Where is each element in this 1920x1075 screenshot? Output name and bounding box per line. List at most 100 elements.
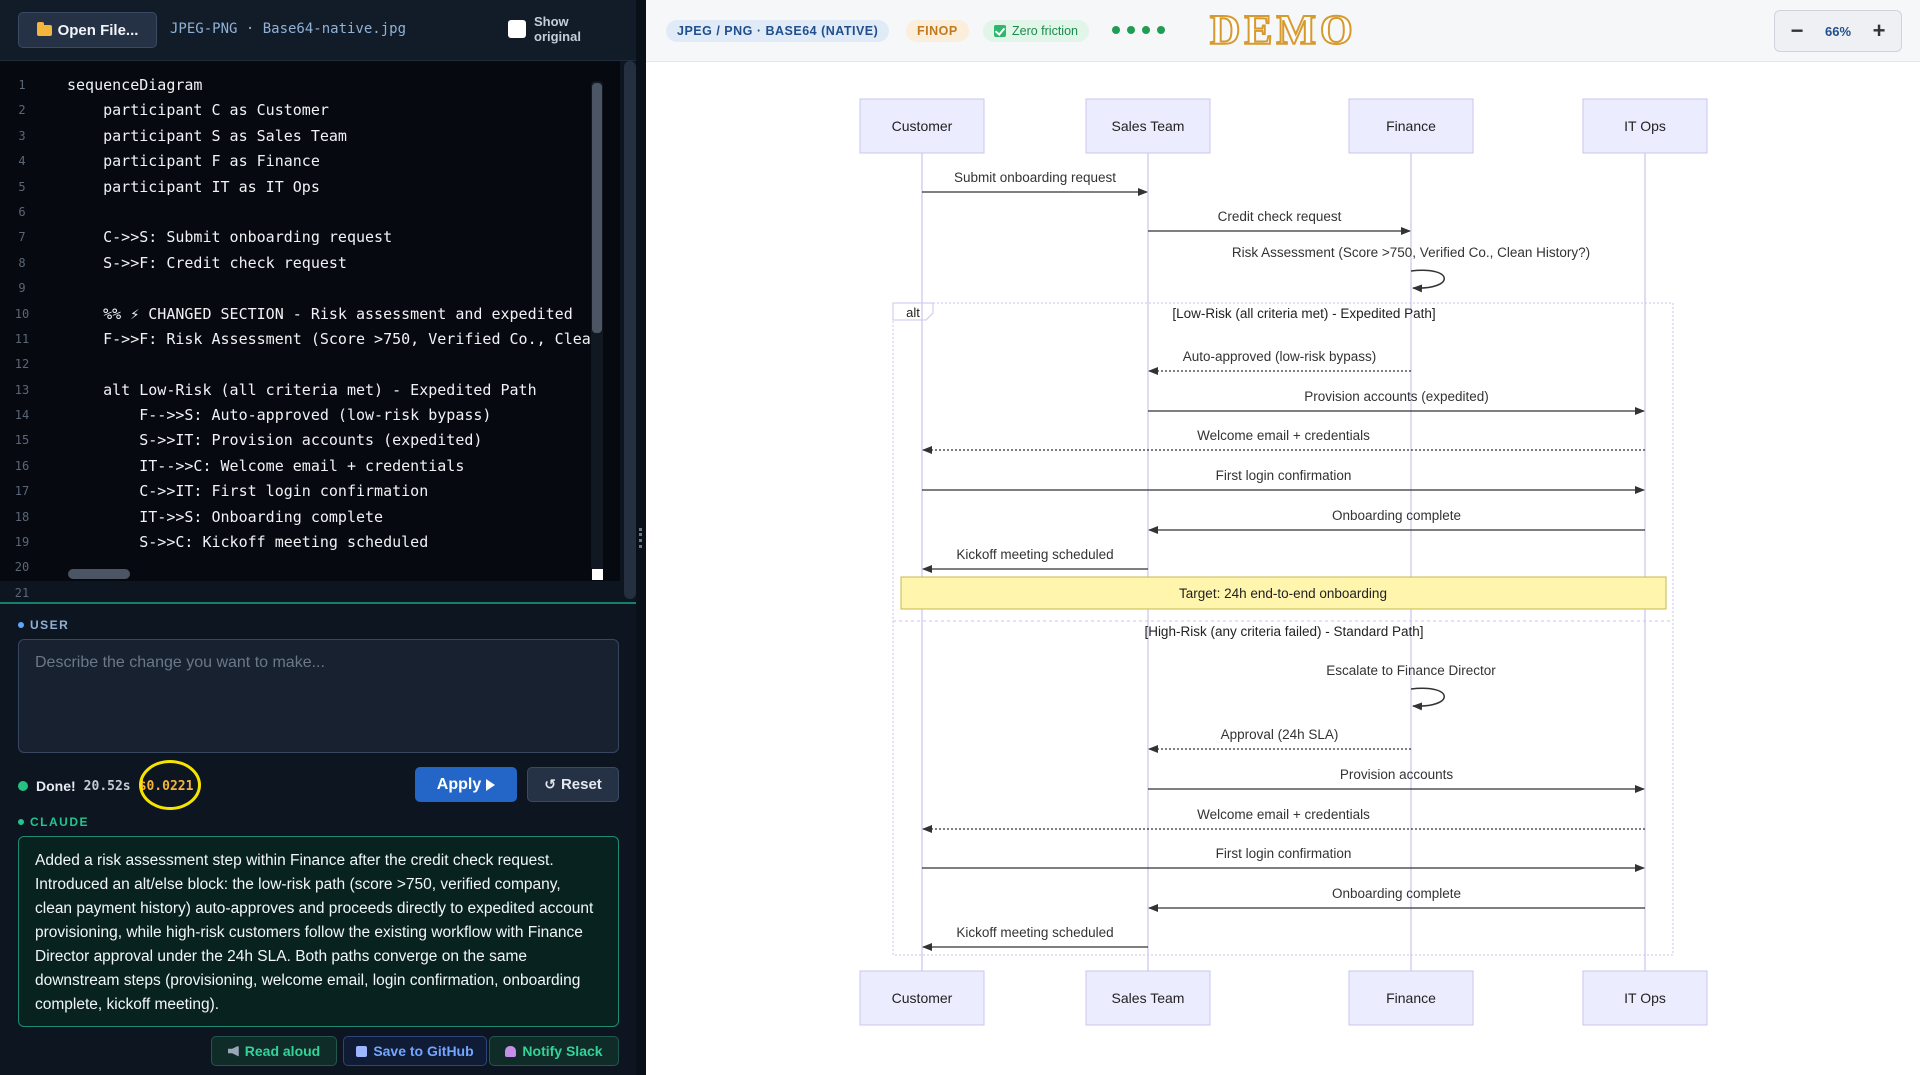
participant-label: Finance [1386, 118, 1436, 134]
save-icon [356, 1045, 368, 1057]
code-line[interactable]: C->>S: Submit onboarding request [67, 225, 591, 250]
line-number: 4 [18, 154, 26, 169]
participant-label: Customer [892, 118, 953, 134]
save-github-label: Save to GitHub [373, 1043, 474, 1059]
apply-button[interactable]: Apply [415, 767, 517, 802]
line-number-gutter: 1 2 3 4 5 6 7 8 9 10 11 12 13 14 15 16 17 18 19 20 21 [0, 73, 44, 606]
code-line[interactable]: participant S as Sales Team [67, 124, 591, 149]
line-number: 11 [14, 331, 30, 346]
code-line[interactable]: participant F as Finance [67, 149, 591, 174]
line-number: 10 [14, 306, 30, 321]
message-label: Submit onboarding request [954, 170, 1116, 185]
code-line[interactable]: IT->>S: Onboarding complete [67, 505, 591, 530]
code-line[interactable]: F->>F: Risk Assessment (Score >750, Veri… [67, 327, 591, 352]
message-label: Welcome email + credentials [1197, 428, 1370, 443]
line-number: 5 [18, 179, 26, 194]
zoom-out-button[interactable]: − [1789, 20, 1805, 42]
editor-vertical-scrollbar[interactable] [592, 83, 602, 333]
editor-horizontal-scrollbar[interactable] [68, 569, 130, 579]
message-label: Onboarding complete [1332, 886, 1461, 901]
code-line[interactable] [67, 555, 591, 580]
notify-slack-button[interactable]: Notify Slack [489, 1036, 619, 1066]
line-number: 9 [18, 281, 26, 296]
read-aloud-button[interactable]: Read aloud [211, 1036, 337, 1066]
folder-icon [36, 21, 52, 36]
change-request-input[interactable] [18, 639, 619, 753]
self-message-arrow [1410, 687, 1445, 711]
reset-label: Reset [560, 776, 602, 793]
message-label: Kickoff meeting scheduled [956, 547, 1113, 562]
line-number: 8 [18, 255, 26, 270]
finop-badge: FINOP [906, 20, 969, 42]
code-line[interactable] [67, 276, 591, 301]
code-line[interactable]: participant IT as IT Ops [67, 175, 591, 200]
line-number: 18 [14, 509, 30, 524]
participant-label: Finance [1386, 990, 1436, 1006]
code-line[interactable]: C->>IT: First login confirmation [67, 479, 591, 504]
code-line[interactable]: alt Low-Risk (all criteria met) - Expedi… [67, 378, 591, 403]
bell-icon [505, 1045, 517, 1057]
line-number: 19 [14, 535, 30, 550]
code-line[interactable]: S->>IT: Provision accounts (expedited) [67, 428, 591, 453]
speaker-icon [227, 1045, 239, 1057]
reset-button[interactable]: ↺ Reset [527, 767, 619, 802]
code-line[interactable]: IT-->>C: Welcome email + credentials [67, 454, 591, 479]
code-line[interactable]: %% ⚡ CHANGED SECTION - Risk assessment a… [67, 302, 591, 327]
notify-slack-label: Notify Slack [522, 1043, 603, 1059]
alt-condition: [Low-Risk (all criteria met) - Expedited… [1172, 306, 1435, 321]
claude-section-label: CLAUDE [18, 815, 89, 829]
line-number: 3 [18, 128, 26, 143]
save-to-github-button[interactable]: Save to GitHub [343, 1036, 487, 1066]
zero-friction-label: Zero friction [1012, 24, 1078, 38]
line-number: 13 [14, 382, 30, 397]
zoom-in-button[interactable]: + [1871, 20, 1887, 42]
editor-panel: Open File... JPEG-PNG · Base64-native.jp… [0, 0, 646, 1075]
status-dots-icon [1112, 26, 1165, 34]
line-number: 7 [18, 230, 26, 245]
line-number: 14 [14, 408, 30, 423]
code-line[interactable]: S->>C: Kickoff meeting scheduled [67, 530, 591, 555]
code-line[interactable]: S->>F: Credit check request [67, 251, 591, 276]
claude-label-text: CLAUDE [30, 815, 89, 829]
code-line[interactable] [67, 352, 591, 377]
splitter-handle-icon[interactable] [639, 528, 643, 548]
code-line[interactable]: F-->>S: Auto-approved (low-risk bypass) [67, 403, 591, 428]
resize-corner[interactable] [592, 569, 603, 580]
code-line[interactable] [67, 200, 591, 225]
preview-toolbar: JPEG / PNG · BASE64 (NATIVE) FINOP Zero … [646, 0, 1920, 62]
line-number: 6 [18, 204, 26, 219]
zoom-level: 66% [1824, 23, 1852, 39]
read-aloud-label: Read aloud [244, 1043, 321, 1059]
line-number: 20 [14, 560, 30, 575]
message-label: Kickoff meeting scheduled [956, 925, 1113, 940]
user-section-label: USER [18, 618, 69, 632]
cost-highlight-circle [139, 760, 201, 810]
line-number: 1 [18, 78, 26, 92]
message-label: Credit check request [1218, 209, 1342, 224]
code-line[interactable]: sequenceDiagram [67, 73, 591, 98]
code-editor[interactable]: 1 2 3 4 5 6 7 8 9 10 11 12 13 14 15 16 17 18 19 20 21 sequen… [0, 61, 620, 600]
zoom-control: − 66% + [1774, 10, 1902, 52]
claude-response: Added a risk assessment step within Fina… [18, 836, 619, 1027]
show-original-checkbox[interactable] [508, 20, 526, 38]
message-label: Escalate to Finance Director [1326, 663, 1496, 678]
open-file-button[interactable]: Open File... [18, 12, 157, 48]
participant-label: Sales Team [1112, 990, 1185, 1006]
zero-friction-badge: Zero friction [983, 20, 1089, 42]
code-content[interactable]: sequenceDiagram participant C as Custome… [67, 73, 591, 606]
demo-logo: DEMO [1209, 7, 1357, 55]
code-line[interactable]: participant C as Customer [67, 98, 591, 123]
show-original-toggle[interactable]: Show original [508, 14, 586, 44]
play-icon [486, 778, 496, 791]
panel-scrollbar[interactable] [624, 61, 636, 599]
sequence-diagram: Customer Sales Team Finance IT Ops Customer S… [859, 98, 1708, 1026]
message-label: First login confirmation [1216, 846, 1352, 861]
format-badge: JPEG / PNG · BASE64 (NATIVE) [666, 20, 890, 42]
message-label: Provision accounts (expedited) [1304, 389, 1489, 404]
participant-label: IT Ops [1624, 990, 1666, 1006]
status-text: Done! [36, 778, 76, 794]
check-icon [994, 25, 1006, 37]
note-text: Target: 24h end-to-end onboarding [1179, 586, 1387, 601]
claude-dot-icon [18, 819, 24, 825]
self-message-arrow [1410, 269, 1445, 293]
